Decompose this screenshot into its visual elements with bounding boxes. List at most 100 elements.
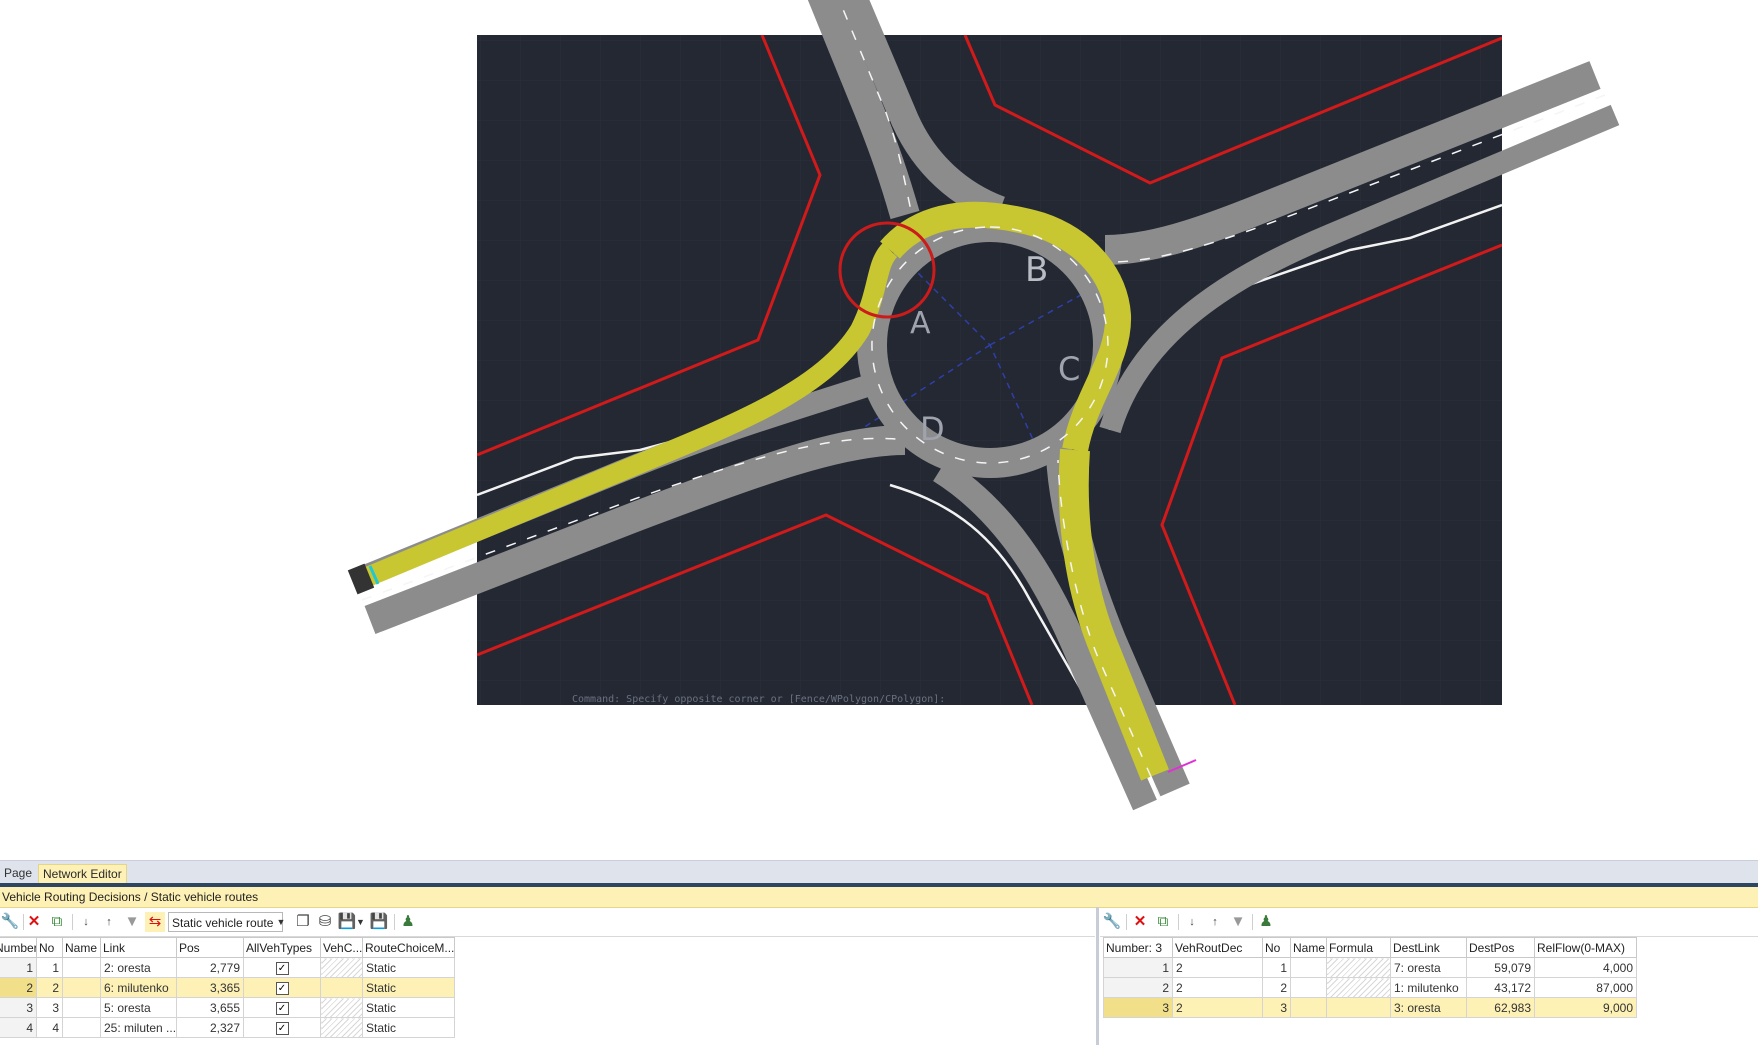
cell-destlink[interactable]: 7: oresta — [1390, 957, 1467, 978]
cell-link[interactable]: 25: miluten ... — [100, 1017, 177, 1038]
duplicate-icon[interactable]: ⧉ — [47, 912, 67, 932]
row-header[interactable]: 3 — [0, 997, 37, 1018]
database-icon[interactable]: ⛁ — [315, 912, 335, 932]
table-row-selected[interactable]: 2 2 6: milutenko 3,365 ✓ Static — [0, 977, 455, 998]
cell-pos[interactable]: 2,779 — [176, 957, 244, 978]
cell-vehroutdec[interactable]: 2 — [1172, 997, 1263, 1018]
table-row[interactable]: 3 3 5: oresta 3,655 ✓ Static — [0, 997, 455, 1018]
cell-destpos[interactable]: 43,172 — [1466, 977, 1535, 998]
column-header[interactable]: VehRoutDec — [1172, 937, 1263, 958]
save-as-icon[interactable]: 💾 — [369, 912, 389, 932]
table-row-selected[interactable]: 3 2 3 3: oresta 62,983 9,000 — [1103, 997, 1637, 1018]
checkbox-checked-icon[interactable]: ✓ — [275, 981, 289, 995]
column-header[interactable]: RouteChoiceM... — [362, 937, 455, 958]
user-icon[interactable]: ♟ — [398, 912, 418, 932]
filter-icon[interactable]: ▼ — [1228, 912, 1248, 932]
sort-ascending-icon[interactable]: ↓ — [1182, 912, 1202, 932]
cell-link[interactable]: 2: oresta — [100, 957, 177, 978]
copy-icon[interactable]: ❐ — [293, 912, 313, 932]
cell-name[interactable] — [1290, 977, 1327, 998]
cell-allvehtypes[interactable]: ✓ — [243, 1017, 321, 1038]
save-icon[interactable]: 💾 — [337, 912, 357, 932]
cell-allvehtypes[interactable]: ✓ — [243, 997, 321, 1018]
cell-pos[interactable]: 3,365 — [176, 977, 244, 998]
cell-allvehtypes[interactable]: ✓ — [243, 977, 321, 998]
cell-link[interactable]: 6: milutenko — [100, 977, 177, 998]
checkbox-checked-icon[interactable]: ✓ — [275, 1001, 289, 1015]
chevron-down-icon[interactable]: ▼ — [275, 912, 287, 932]
column-header[interactable]: RelFlow(0-MAX) — [1534, 937, 1637, 958]
cell-no[interactable]: 2 — [1262, 977, 1291, 998]
cell-relflow[interactable]: 87,000 — [1534, 977, 1637, 998]
table-row[interactable]: 2 2 2 1: milutenko 43,172 87,000 — [1103, 977, 1637, 998]
cell-relflow[interactable]: 9,000 — [1534, 997, 1637, 1018]
cell-name[interactable] — [62, 997, 101, 1018]
user-icon[interactable]: ♟ — [1256, 912, 1276, 932]
chevron-down-icon[interactable]: ▼ — [356, 912, 365, 932]
column-header[interactable]: Pos — [176, 937, 244, 958]
column-header[interactable]: No — [1262, 937, 1291, 958]
column-header[interactable]: No — [36, 937, 63, 958]
cell-route-choice[interactable]: Static — [362, 1017, 455, 1038]
tab-network-editor[interactable]: Network Editor — [38, 864, 127, 883]
row-header[interactable]: 4 — [0, 1017, 37, 1038]
cell-name[interactable] — [1290, 997, 1327, 1018]
cell-no[interactable]: 1 — [1262, 957, 1291, 978]
sort-descending-icon[interactable]: ↑ — [99, 912, 119, 932]
row-header[interactable]: 2 — [0, 977, 37, 998]
cell-no[interactable]: 3 — [1262, 997, 1291, 1018]
wrench-icon[interactable]: 🔧 — [1102, 912, 1122, 932]
row-header[interactable]: 3 — [1103, 997, 1173, 1018]
cell-pos[interactable]: 2,327 — [176, 1017, 244, 1038]
checkbox-checked-icon[interactable]: ✓ — [275, 961, 289, 975]
cell-vehroutdec[interactable]: 2 — [1172, 977, 1263, 998]
column-header[interactable]: DestLink — [1390, 937, 1467, 958]
cell-destpos[interactable]: 59,079 — [1466, 957, 1535, 978]
cell-route-choice[interactable]: Static — [362, 957, 455, 978]
sync-icon[interactable]: ⇆ — [145, 912, 165, 932]
cell-route-choice[interactable]: Static — [362, 997, 455, 1018]
column-header[interactable]: Name — [62, 937, 101, 958]
delete-icon[interactable]: ✕ — [24, 912, 44, 932]
cell-destlink[interactable]: 1: milutenko — [1390, 977, 1467, 998]
row-header[interactable]: 1 — [1103, 957, 1173, 978]
column-header[interactable]: AllVehTypes — [243, 937, 321, 958]
column-header[interactable]: Name — [1290, 937, 1327, 958]
table-row[interactable]: 1 1 2: oresta 2,779 ✓ Static — [0, 957, 455, 978]
cell-no[interactable]: 4 — [36, 1017, 63, 1038]
tab-page[interactable]: Page — [0, 864, 36, 882]
column-header[interactable]: DestPos — [1466, 937, 1535, 958]
column-header[interactable]: Formula — [1326, 937, 1391, 958]
cell-destpos[interactable]: 62,983 — [1466, 997, 1535, 1018]
column-header[interactable]: VehC... — [320, 937, 363, 958]
cell-relflow[interactable]: 4,000 — [1534, 957, 1637, 978]
wrench-icon[interactable]: 🔧 — [0, 912, 20, 932]
cell-no[interactable]: 3 — [36, 997, 63, 1018]
cell-route-choice[interactable]: Static — [362, 977, 455, 998]
row-header[interactable]: 1 — [0, 957, 37, 978]
column-header[interactable]: Link — [100, 937, 177, 958]
cell-pos[interactable]: 3,655 — [176, 997, 244, 1018]
column-header[interactable]: Number: 4 — [0, 937, 37, 958]
sort-descending-icon[interactable]: ↑ — [1205, 912, 1225, 932]
cell-name[interactable] — [62, 1017, 101, 1038]
cell-name[interactable] — [1290, 957, 1327, 978]
cell-name[interactable] — [62, 977, 101, 998]
cell-link[interactable]: 5: oresta — [100, 997, 177, 1018]
cell-destlink[interactable]: 3: oresta — [1390, 997, 1467, 1018]
table-row[interactable]: 4 4 25: miluten ... 2,327 ✓ Static — [0, 1017, 455, 1038]
checkbox-checked-icon[interactable]: ✓ — [275, 1021, 289, 1035]
cell-allvehtypes[interactable]: ✓ — [243, 957, 321, 978]
column-header[interactable]: Number: 3 — [1103, 937, 1173, 958]
cell-no[interactable]: 2 — [36, 977, 63, 998]
panel-splitter[interactable] — [1096, 907, 1099, 1045]
duplicate-icon[interactable]: ⧉ — [1153, 912, 1173, 932]
relation-select[interactable]: Static vehicle route — [168, 912, 283, 932]
filter-icon[interactable]: ▼ — [122, 912, 142, 932]
cell-no[interactable]: 1 — [36, 957, 63, 978]
cell-name[interactable] — [62, 957, 101, 978]
cell-vehroutdec[interactable]: 2 — [1172, 957, 1263, 978]
row-header[interactable]: 2 — [1103, 977, 1173, 998]
network-editor-canvas[interactable]: Command: Specify opposite corner or [Fen… — [0, 0, 1758, 860]
table-row[interactable]: 1 2 1 7: oresta 59,079 4,000 — [1103, 957, 1637, 978]
